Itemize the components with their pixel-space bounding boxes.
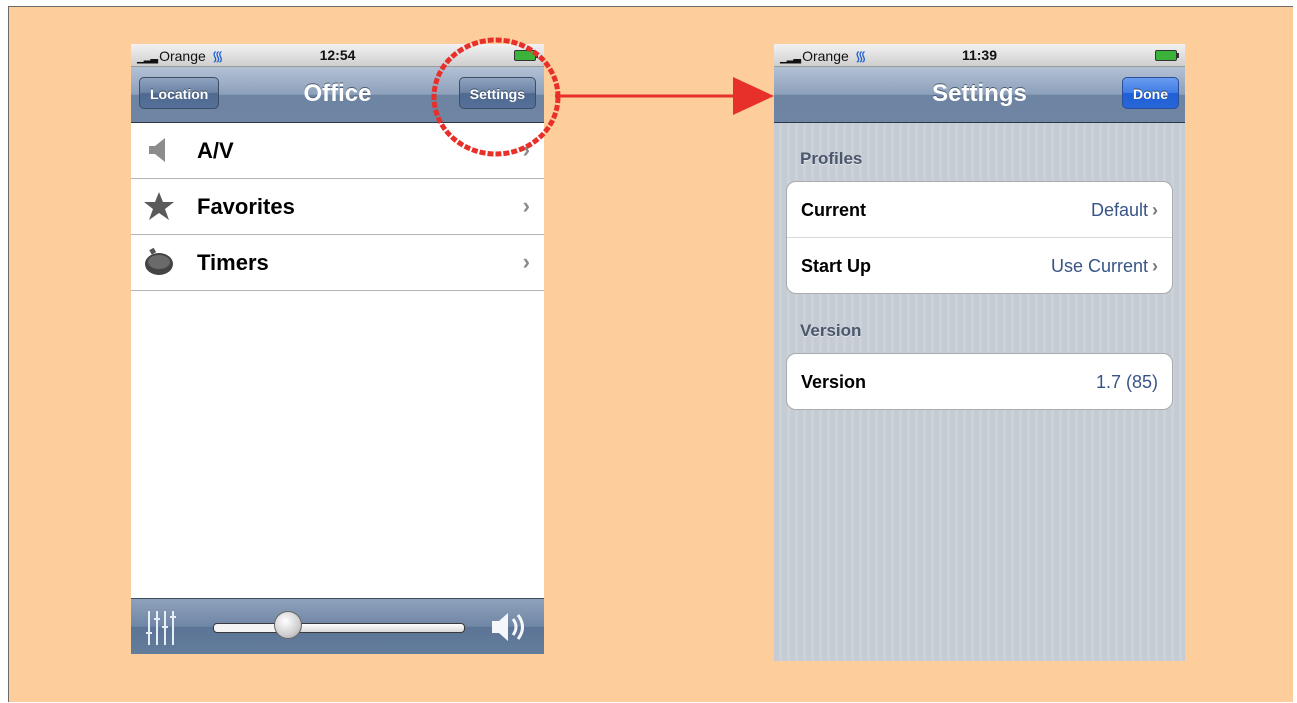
highlight-circle bbox=[431, 37, 561, 157]
annotation-overlay bbox=[431, 37, 774, 157]
canvas: ▁▂▃ Orange ᯾ 12:54 Location Office Setting… bbox=[8, 6, 1293, 702]
arrow-head-icon bbox=[733, 77, 774, 115]
